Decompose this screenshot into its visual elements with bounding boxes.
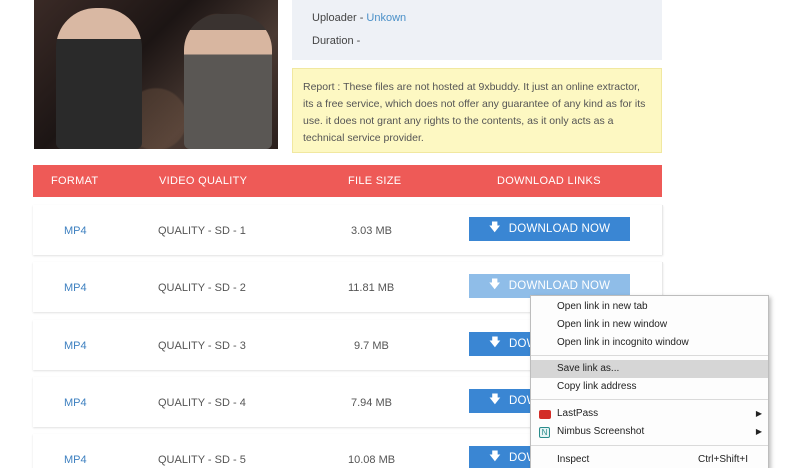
menu-item-label: Nimbus Screenshot [557, 426, 645, 437]
uploader-line: Uploader - Unkown [312, 12, 406, 24]
menu-item-label: Inspect [557, 454, 590, 465]
menu-item-lastpass[interactable]: LastPass ▶ [531, 405, 768, 423]
header-video-quality: VIDEO QUALITY [159, 175, 248, 187]
thumbnail-person-right [184, 14, 272, 149]
download-button-label: DOWNLOAD NOW [508, 223, 611, 235]
header-file-size: FILE SIZE [348, 175, 402, 187]
format-cell: MP4 [64, 397, 87, 409]
uploader-label: Uploader - [312, 12, 367, 24]
video-thumbnail [34, 0, 278, 149]
nimbus-icon: N [539, 427, 550, 438]
size-cell: 9.7 MB [354, 340, 389, 352]
menu-item-open-new-tab[interactable]: Open link in new tab [531, 298, 768, 316]
table-header: FORMAT VIDEO QUALITY FILE SIZE DOWNLOAD … [33, 165, 662, 197]
size-cell: 10.08 MB [348, 454, 396, 466]
size-cell: 3.03 MB [351, 225, 392, 237]
quality-cell: QUALITY - SD - 2 [158, 282, 246, 294]
menu-separator [531, 355, 768, 356]
video-info-box: Uploader - Unkown Duration - [292, 0, 662, 60]
duration-line: Duration - [312, 35, 361, 47]
download-arrow-icon: 🡇 [489, 450, 502, 463]
download-arrow-icon: 🡇 [488, 278, 501, 291]
quality-cell: QUALITY - SD - 3 [158, 340, 246, 352]
format-cell: MP4 [64, 340, 87, 352]
menu-item-copy-link-address[interactable]: Copy link address [531, 378, 768, 396]
report-notice: Report : These files are not hosted at 9… [292, 68, 662, 153]
download-button[interactable]: 🡇 DOWNLOAD NOW [469, 217, 630, 241]
submenu-arrow-icon: ▶ [755, 409, 762, 418]
download-button-label: DOWNLOAD NOW [508, 280, 611, 292]
lastpass-icon [539, 410, 551, 419]
size-cell: 7.94 MB [351, 397, 392, 409]
download-arrow-icon: 🡇 [489, 336, 502, 349]
context-menu: Open link in new tab Open link in new wi… [530, 295, 769, 468]
quality-cell: QUALITY - SD - 1 [158, 225, 246, 237]
size-cell: 11.81 MB [348, 282, 395, 294]
menu-separator [531, 445, 768, 446]
download-arrow-icon: 🡇 [489, 393, 502, 406]
menu-item-save-link-as[interactable]: Save link as... [531, 360, 768, 378]
format-cell: MP4 [64, 225, 87, 237]
header-format: FORMAT [51, 175, 99, 187]
thumbnail-person-left [56, 8, 142, 149]
table-row: MP4 QUALITY - SD - 1 3.03 MB 🡇 DOWNLOAD … [33, 205, 663, 255]
menu-item-inspect[interactable]: Inspect Ctrl+Shift+I [531, 451, 768, 468]
menu-item-open-new-window[interactable]: Open link in new window [531, 316, 768, 334]
quality-cell: QUALITY - SD - 5 [158, 454, 246, 466]
uploader-link[interactable]: Unkown [366, 12, 406, 24]
inspect-shortcut: Ctrl+Shift+I [697, 454, 748, 465]
menu-item-open-incognito[interactable]: Open link in incognito window [531, 334, 768, 352]
format-cell: MP4 [64, 454, 87, 466]
quality-cell: QUALITY - SD - 4 [158, 397, 246, 409]
menu-item-label: LastPass [557, 408, 599, 419]
menu-item-nimbus-screenshot[interactable]: N Nimbus Screenshot ▶ [531, 423, 768, 441]
submenu-arrow-icon: ▶ [755, 427, 762, 436]
download-arrow-icon: 🡇 [488, 221, 501, 234]
menu-separator [531, 399, 768, 400]
header-download-links: DOWNLOAD LINKS [497, 175, 601, 187]
format-cell: MP4 [64, 282, 87, 294]
